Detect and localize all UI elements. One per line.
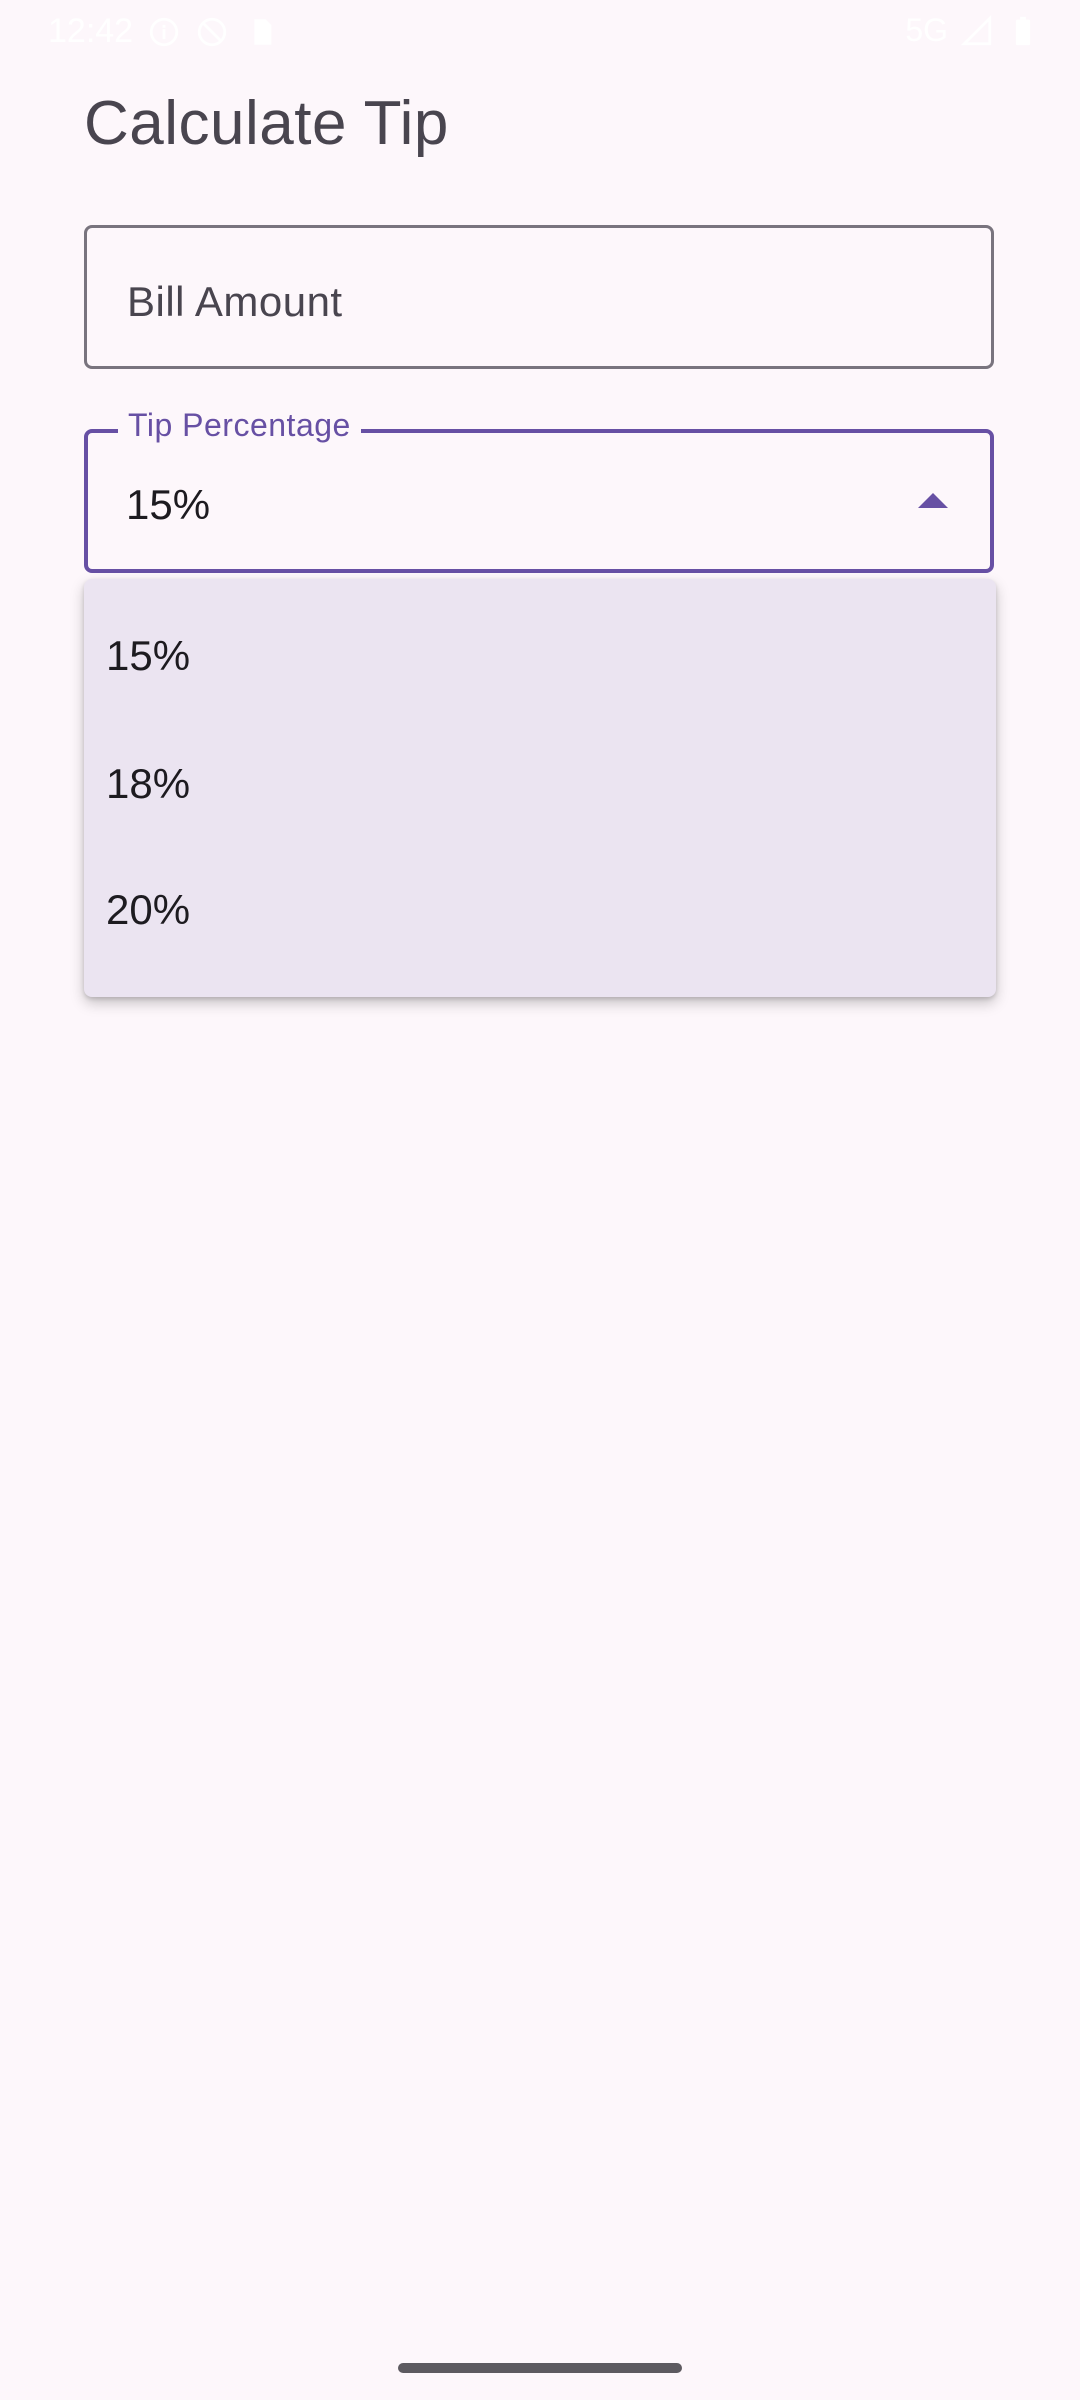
status-time: 12:42 [48,12,134,50]
bill-amount-placeholder: Bill Amount [127,278,343,325]
sim-card-icon [243,15,277,49]
tip-percentage-value: 15% [126,481,211,528]
home-indicator[interactable] [398,2363,682,2373]
arrow-up-icon[interactable] [918,493,948,508]
tip-percentage-menu: 15% 18% 20% [84,579,996,997]
status-bar: 12:42 5G [0,0,1080,62]
tip-percentage-label: Tip Percentage [118,407,361,444]
bill-amount-field[interactable]: Bill Amount [84,225,994,369]
tip-percentage-dropdown[interactable]: Tip Percentage 15% [84,407,994,573]
info-icon [147,15,181,49]
signal-icon [960,14,994,48]
status-bar-left: 12:42 [48,12,277,51]
page-title: Calculate Tip [84,89,449,158]
dnd-icon [195,15,229,49]
menu-item-15[interactable]: 15% [84,591,996,721]
battery-icon [1006,14,1040,48]
menu-item-20[interactable]: 20% [84,847,996,973]
status-bar-right: 5G [905,12,1040,49]
network-type: 5G [905,12,948,48]
menu-item-18[interactable]: 18% [84,721,996,847]
